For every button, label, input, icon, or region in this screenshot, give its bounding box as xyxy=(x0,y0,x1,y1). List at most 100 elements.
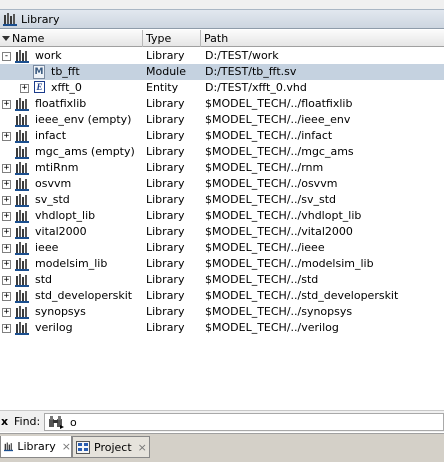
bottom-tab-bar: Library × Project × xyxy=(0,433,444,462)
expand-toggle-icon[interactable]: + xyxy=(2,212,11,221)
tree-row[interactable]: + modelsim_lib Library $MODEL_TECH/../model… xyxy=(0,256,444,272)
tab-library-close-icon[interactable]: × xyxy=(62,440,71,453)
find-close-button[interactable]: x xyxy=(1,415,13,428)
row-type: Library xyxy=(146,49,185,62)
row-path: D:/TEST/tb_fft.sv xyxy=(205,65,297,78)
tree-row[interactable]: ieee_env (empty) Library $MODEL_TECH/../ie… xyxy=(0,112,444,128)
library-icon xyxy=(15,210,29,223)
library-icon xyxy=(15,50,29,63)
expand-toggle-icon[interactable]: + xyxy=(2,244,11,253)
library-icon xyxy=(3,13,17,26)
library-icon xyxy=(4,442,14,452)
tree-row[interactable]: mgc_ams (empty) Library $MODEL_TECH/../mgc… xyxy=(0,144,444,160)
expand-toggle-icon[interactable]: + xyxy=(2,276,11,285)
tree-row[interactable]: + floatfixlib Library $MODEL_TECH/../floatf… xyxy=(0,96,444,112)
row-name: modelsim_lib xyxy=(35,257,108,270)
row-name: mgc_ams (empty) xyxy=(35,145,135,158)
row-name: xfft_0 xyxy=(51,81,82,94)
row-name: std xyxy=(35,273,53,286)
row-name: floatfixlib xyxy=(35,97,87,110)
row-path: $MODEL_TECH/../infact xyxy=(205,129,333,142)
row-name: osvvm xyxy=(35,177,72,190)
expand-toggle-icon[interactable]: + xyxy=(2,324,11,333)
expand-toggle-icon[interactable]: + xyxy=(20,84,29,93)
row-type: Library xyxy=(146,97,185,110)
expand-toggle-icon[interactable]: + xyxy=(2,308,11,317)
tree-row[interactable]: + infact Library $MODEL_TECH/../infact xyxy=(0,128,444,144)
row-type: Entity xyxy=(146,81,179,94)
row-name: mtiRnm xyxy=(35,161,79,174)
row-name: ieee_env (empty) xyxy=(35,113,132,126)
row-path: D:/TEST/work xyxy=(205,49,279,62)
row-path: $MODEL_TECH/../synopsys xyxy=(205,305,353,318)
row-type: Library xyxy=(146,113,185,126)
tab-project-close-icon[interactable]: × xyxy=(138,441,147,454)
tree-row[interactable]: + synopsys Library $MODEL_TECH/../synopsys xyxy=(0,304,444,320)
tree-row[interactable]: - work Library D:/TEST/work xyxy=(0,48,444,64)
library-icon xyxy=(15,290,29,303)
row-name: work xyxy=(35,49,62,62)
row-name: vital2000 xyxy=(35,225,87,238)
binoculars-icon xyxy=(49,416,64,429)
tree-row[interactable]: + vital2000 Library $MODEL_TECH/../vital200… xyxy=(0,224,444,240)
tree-row[interactable]: + osvvm Library $MODEL_TECH/../osvvm xyxy=(0,176,444,192)
expand-toggle-icon[interactable]: + xyxy=(2,132,11,141)
expand-toggle-icon[interactable]: + xyxy=(2,180,11,189)
tree-row[interactable]: + ieee Library $MODEL_TECH/../ieee xyxy=(0,240,444,256)
row-type: Library xyxy=(146,193,185,206)
find-input-value: o xyxy=(70,415,77,429)
sort-arrow-icon xyxy=(2,36,10,41)
library-icon xyxy=(15,114,29,127)
column-header: Name Type Path xyxy=(0,30,444,47)
row-type: Library xyxy=(146,161,185,174)
library-titlebar: Library xyxy=(0,9,444,29)
tab-library[interactable]: Library × xyxy=(0,436,72,458)
tree-row[interactable]: + sv_std Library $MODEL_TECH/../sv_std xyxy=(0,192,444,208)
tree-row[interactable]: + vhdlopt_lib Library $MODEL_TECH/../vhdlop… xyxy=(0,208,444,224)
row-type: Library xyxy=(146,209,185,222)
row-path: $MODEL_TECH/../verilog xyxy=(205,321,339,334)
row-type: Library xyxy=(146,273,185,286)
expand-toggle-icon[interactable]: + xyxy=(2,196,11,205)
row-type: Library xyxy=(146,321,185,334)
library-tree: - work Library D:/TEST/work Mtb_fft Module D:/… xyxy=(0,48,444,336)
row-path: $MODEL_TECH/../rnm xyxy=(205,161,324,174)
tree-row[interactable]: + std_developerskit Library $MODEL_TECH/../… xyxy=(0,288,444,304)
row-path: $MODEL_TECH/../sv_std xyxy=(205,193,336,206)
column-header-path[interactable]: Path xyxy=(201,30,444,47)
tab-project-label: Project xyxy=(94,440,132,454)
find-label: Find: xyxy=(14,415,41,428)
tree-row[interactable]: + std Library $MODEL_TECH/../std xyxy=(0,272,444,288)
expand-toggle-icon[interactable]: + xyxy=(2,228,11,237)
window-title: Library xyxy=(21,12,60,26)
tab-library-label: Library xyxy=(17,440,56,453)
expand-toggle-icon[interactable]: + xyxy=(2,260,11,269)
row-path: D:/TEST/xfft_0.vhd xyxy=(205,81,307,94)
library-icon xyxy=(15,162,29,175)
expand-toggle-icon[interactable]: + xyxy=(2,100,11,109)
tree-row[interactable]: Mtb_fft Module D:/TEST/tb_fft.sv xyxy=(0,64,444,80)
tab-project[interactable]: Project × xyxy=(72,436,150,458)
module-icon: M xyxy=(33,65,45,79)
library-icon xyxy=(15,178,29,191)
row-path: $MODEL_TECH/../modelsim_lib xyxy=(205,257,374,270)
row-type: Library xyxy=(146,289,185,302)
tree-row[interactable]: + Exfft_0 Entity D:/TEST/xfft_0.vhd xyxy=(0,80,444,96)
expand-toggle-icon[interactable]: + xyxy=(2,292,11,301)
collapse-toggle-icon[interactable]: - xyxy=(2,52,11,61)
column-header-type[interactable]: Type xyxy=(143,30,201,47)
row-name: tb_fft xyxy=(51,65,80,78)
library-icon xyxy=(15,226,29,239)
column-header-name[interactable]: Name xyxy=(0,30,143,47)
library-icon xyxy=(15,146,29,159)
row-name: synopsys xyxy=(35,305,86,318)
project-icon xyxy=(76,440,90,454)
entity-icon: E xyxy=(34,81,45,93)
row-type: Library xyxy=(146,257,185,270)
expand-toggle-icon[interactable]: + xyxy=(2,164,11,173)
tree-row[interactable]: + mtiRnm Library $MODEL_TECH/../rnm xyxy=(0,160,444,176)
find-input[interactable]: o xyxy=(44,413,444,431)
library-icon xyxy=(15,194,29,207)
row-path: $MODEL_TECH/../mgc_ams xyxy=(205,145,354,158)
tree-row[interactable]: + verilog Library $MODEL_TECH/../verilog xyxy=(0,320,444,336)
